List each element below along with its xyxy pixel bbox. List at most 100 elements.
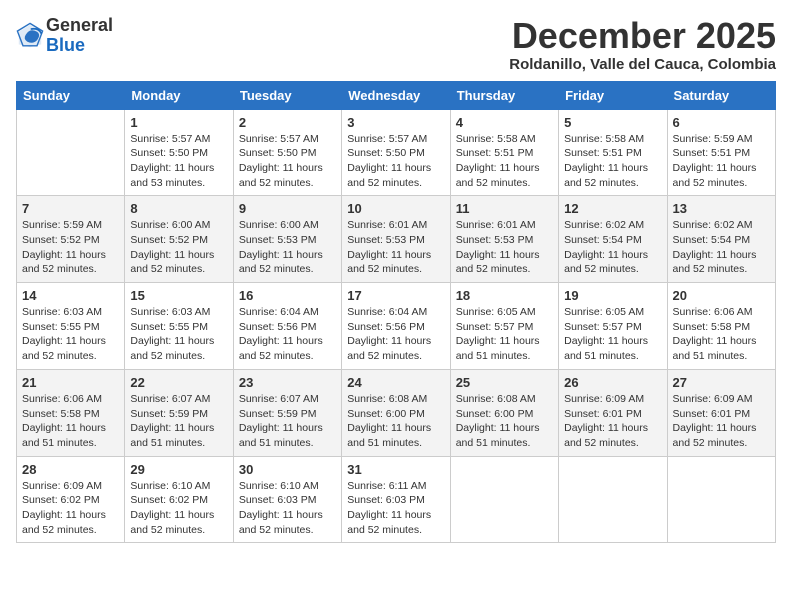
day-number: 29 (130, 462, 227, 477)
day-info: Sunrise: 5:57 AMSunset: 5:50 PMDaylight:… (239, 132, 336, 191)
day-number: 12 (564, 201, 661, 216)
day-number: 8 (130, 201, 227, 216)
day-number: 24 (347, 375, 444, 390)
day-number: 7 (22, 201, 119, 216)
day-info: Sunrise: 6:01 AMSunset: 5:53 PMDaylight:… (456, 218, 553, 277)
calendar-cell: 29 Sunrise: 6:10 AMSunset: 6:02 PMDayligh… (125, 456, 233, 543)
day-info: Sunrise: 6:09 AMSunset: 6:01 PMDaylight:… (564, 392, 661, 451)
day-info: Sunrise: 5:59 AMSunset: 5:52 PMDaylight:… (22, 218, 119, 277)
day-info: Sunrise: 6:09 AMSunset: 6:02 PMDaylight:… (22, 479, 119, 538)
day-number: 22 (130, 375, 227, 390)
day-number: 13 (673, 201, 770, 216)
day-number: 5 (564, 115, 661, 130)
day-number: 20 (673, 288, 770, 303)
day-info: Sunrise: 6:05 AMSunset: 5:57 PMDaylight:… (564, 305, 661, 364)
day-info: Sunrise: 6:10 AMSunset: 6:03 PMDaylight:… (239, 479, 336, 538)
logo-blue: Blue (46, 35, 85, 55)
calendar-cell: 26 Sunrise: 6:09 AMSunset: 6:01 PMDayligh… (559, 369, 667, 456)
day-info: Sunrise: 6:03 AMSunset: 5:55 PMDaylight:… (130, 305, 227, 364)
day-number: 16 (239, 288, 336, 303)
calendar-cell: 27 Sunrise: 6:09 AMSunset: 6:01 PMDayligh… (667, 369, 775, 456)
calendar-week-row: 14 Sunrise: 6:03 AMSunset: 5:55 PMDayligh… (17, 283, 776, 370)
calendar-cell: 14 Sunrise: 6:03 AMSunset: 5:55 PMDayligh… (17, 283, 125, 370)
day-info: Sunrise: 6:00 AMSunset: 5:52 PMDaylight:… (130, 218, 227, 277)
title-block: December 2025 Roldanillo, Valle del Cauc… (509, 16, 776, 73)
day-of-week-header: Thursday (450, 81, 558, 109)
calendar-cell: 4Sunrise: 5:58 AMSunset: 5:51 PMDaylight… (450, 109, 558, 196)
calendar-week-row: 28Sunrise: 6:09 AMSunset: 6:02 PMDayligh… (17, 456, 776, 543)
calendar-cell: 8 Sunrise: 6:00 AMSunset: 5:52 PMDaylight… (125, 196, 233, 283)
day-info: Sunrise: 6:08 AMSunset: 6:00 PMDaylight:… (456, 392, 553, 451)
calendar-cell: 18 Sunrise: 6:05 AMSunset: 5:57 PMDayligh… (450, 283, 558, 370)
day-info: Sunrise: 6:01 AMSunset: 5:53 PMDaylight:… (347, 218, 444, 277)
day-of-week-header: Friday (559, 81, 667, 109)
day-info: Sunrise: 6:04 AMSunset: 5:56 PMDaylight:… (347, 305, 444, 364)
day-number: 30 (239, 462, 336, 477)
calendar-cell: 30 Sunrise: 6:10 AMSunset: 6:03 PMDayligh… (233, 456, 341, 543)
calendar-cell: 6 Sunrise: 5:59 AMSunset: 5:51 PMDaylight… (667, 109, 775, 196)
location-subtitle: Roldanillo, Valle del Cauca, Colombia (509, 56, 776, 73)
day-number: 3 (347, 115, 444, 130)
day-info: Sunrise: 6:06 AMSunset: 5:58 PMDaylight:… (22, 392, 119, 451)
calendar-week-row: 1 Sunrise: 5:57 AMSunset: 5:50 PMDaylight… (17, 109, 776, 196)
day-info: Sunrise: 5:57 AMSunset: 5:50 PMDaylight:… (347, 132, 444, 191)
day-info: Sunrise: 6:04 AMSunset: 5:56 PMDaylight:… (239, 305, 336, 364)
calendar-week-row: 7 Sunrise: 5:59 AMSunset: 5:52 PMDaylight… (17, 196, 776, 283)
day-of-week-header: Wednesday (342, 81, 450, 109)
day-number: 23 (239, 375, 336, 390)
calendar-cell (450, 456, 558, 543)
day-info: Sunrise: 6:09 AMSunset: 6:01 PMDaylight:… (673, 392, 770, 451)
day-info: Sunrise: 6:06 AMSunset: 5:58 PMDaylight:… (673, 305, 770, 364)
day-info: Sunrise: 6:08 AMSunset: 6:00 PMDaylight:… (347, 392, 444, 451)
day-number: 1 (130, 115, 227, 130)
calendar-cell: 2 Sunrise: 5:57 AMSunset: 5:50 PMDaylight… (233, 109, 341, 196)
calendar-cell: 25 Sunrise: 6:08 AMSunset: 6:00 PMDayligh… (450, 369, 558, 456)
day-info: Sunrise: 6:07 AMSunset: 5:59 PMDaylight:… (239, 392, 336, 451)
day-number: 26 (564, 375, 661, 390)
day-info: Sunrise: 6:10 AMSunset: 6:02 PMDaylight:… (130, 479, 227, 538)
calendar-cell: 9 Sunrise: 6:00 AMSunset: 5:53 PMDaylight… (233, 196, 341, 283)
day-number: 11 (456, 201, 553, 216)
logo-text: General Blue (46, 16, 113, 56)
day-info: Sunrise: 5:59 AMSunset: 5:51 PMDaylight:… (673, 132, 770, 191)
calendar-cell: 17 Sunrise: 6:04 AMSunset: 5:56 PMDayligh… (342, 283, 450, 370)
day-info: Sunrise: 6:02 AMSunset: 5:54 PMDaylight:… (673, 218, 770, 277)
calendar-cell (559, 456, 667, 543)
calendar-cell: 1Sunrise: 5:57 AMSunset: 5:50 PMDaylight… (125, 109, 233, 196)
day-of-week-header: Sunday (17, 81, 125, 109)
calendar-cell: 28Sunrise: 6:09 AMSunset: 6:02 PMDayligh… (17, 456, 125, 543)
day-number: 15 (130, 288, 227, 303)
calendar-cell: 15 Sunrise: 6:03 AMSunset: 5:55 PMDayligh… (125, 283, 233, 370)
day-info: Sunrise: 6:02 AMSunset: 5:54 PMDaylight:… (564, 218, 661, 277)
calendar-table: SundayMondayTuesdayWednesdayThursdayFrid… (16, 81, 776, 544)
day-number: 17 (347, 288, 444, 303)
day-info: Sunrise: 6:00 AMSunset: 5:53 PMDaylight:… (239, 218, 336, 277)
day-number: 21 (22, 375, 119, 390)
day-number: 14 (22, 288, 119, 303)
calendar-cell: 24 Sunrise: 6:08 AMSunset: 6:00 PMDayligh… (342, 369, 450, 456)
calendar-cell: 5 Sunrise: 5:58 AMSunset: 5:51 PMDaylight… (559, 109, 667, 196)
day-number: 9 (239, 201, 336, 216)
day-number: 6 (673, 115, 770, 130)
calendar-header-row: SundayMondayTuesdayWednesdayThursdayFrid… (17, 81, 776, 109)
calendar-cell: 7 Sunrise: 5:59 AMSunset: 5:52 PMDaylight… (17, 196, 125, 283)
day-info: Sunrise: 6:05 AMSunset: 5:57 PMDaylight:… (456, 305, 553, 364)
calendar-cell: 10 Sunrise: 6:01 AMSunset: 5:53 PMDayligh… (342, 196, 450, 283)
calendar-cell: 13 Sunrise: 6:02 AMSunset: 5:54 PMDayligh… (667, 196, 775, 283)
day-info: Sunrise: 6:11 AMSunset: 6:03 PMDaylight:… (347, 479, 444, 538)
day-number: 18 (456, 288, 553, 303)
logo-general: General (46, 15, 113, 35)
calendar-cell (17, 109, 125, 196)
day-number: 25 (456, 375, 553, 390)
logo: General Blue (16, 16, 113, 56)
day-number: 2 (239, 115, 336, 130)
calendar-cell: 31Sunrise: 6:11 AMSunset: 6:03 PMDayligh… (342, 456, 450, 543)
day-number: 27 (673, 375, 770, 390)
day-of-week-header: Tuesday (233, 81, 341, 109)
day-info: Sunrise: 6:03 AMSunset: 5:55 PMDaylight:… (22, 305, 119, 364)
calendar-cell: 23 Sunrise: 6:07 AMSunset: 5:59 PMDayligh… (233, 369, 341, 456)
day-info: Sunrise: 5:58 AMSunset: 5:51 PMDaylight:… (564, 132, 661, 191)
day-number: 10 (347, 201, 444, 216)
day-of-week-header: Monday (125, 81, 233, 109)
calendar-cell: 16 Sunrise: 6:04 AMSunset: 5:56 PMDayligh… (233, 283, 341, 370)
